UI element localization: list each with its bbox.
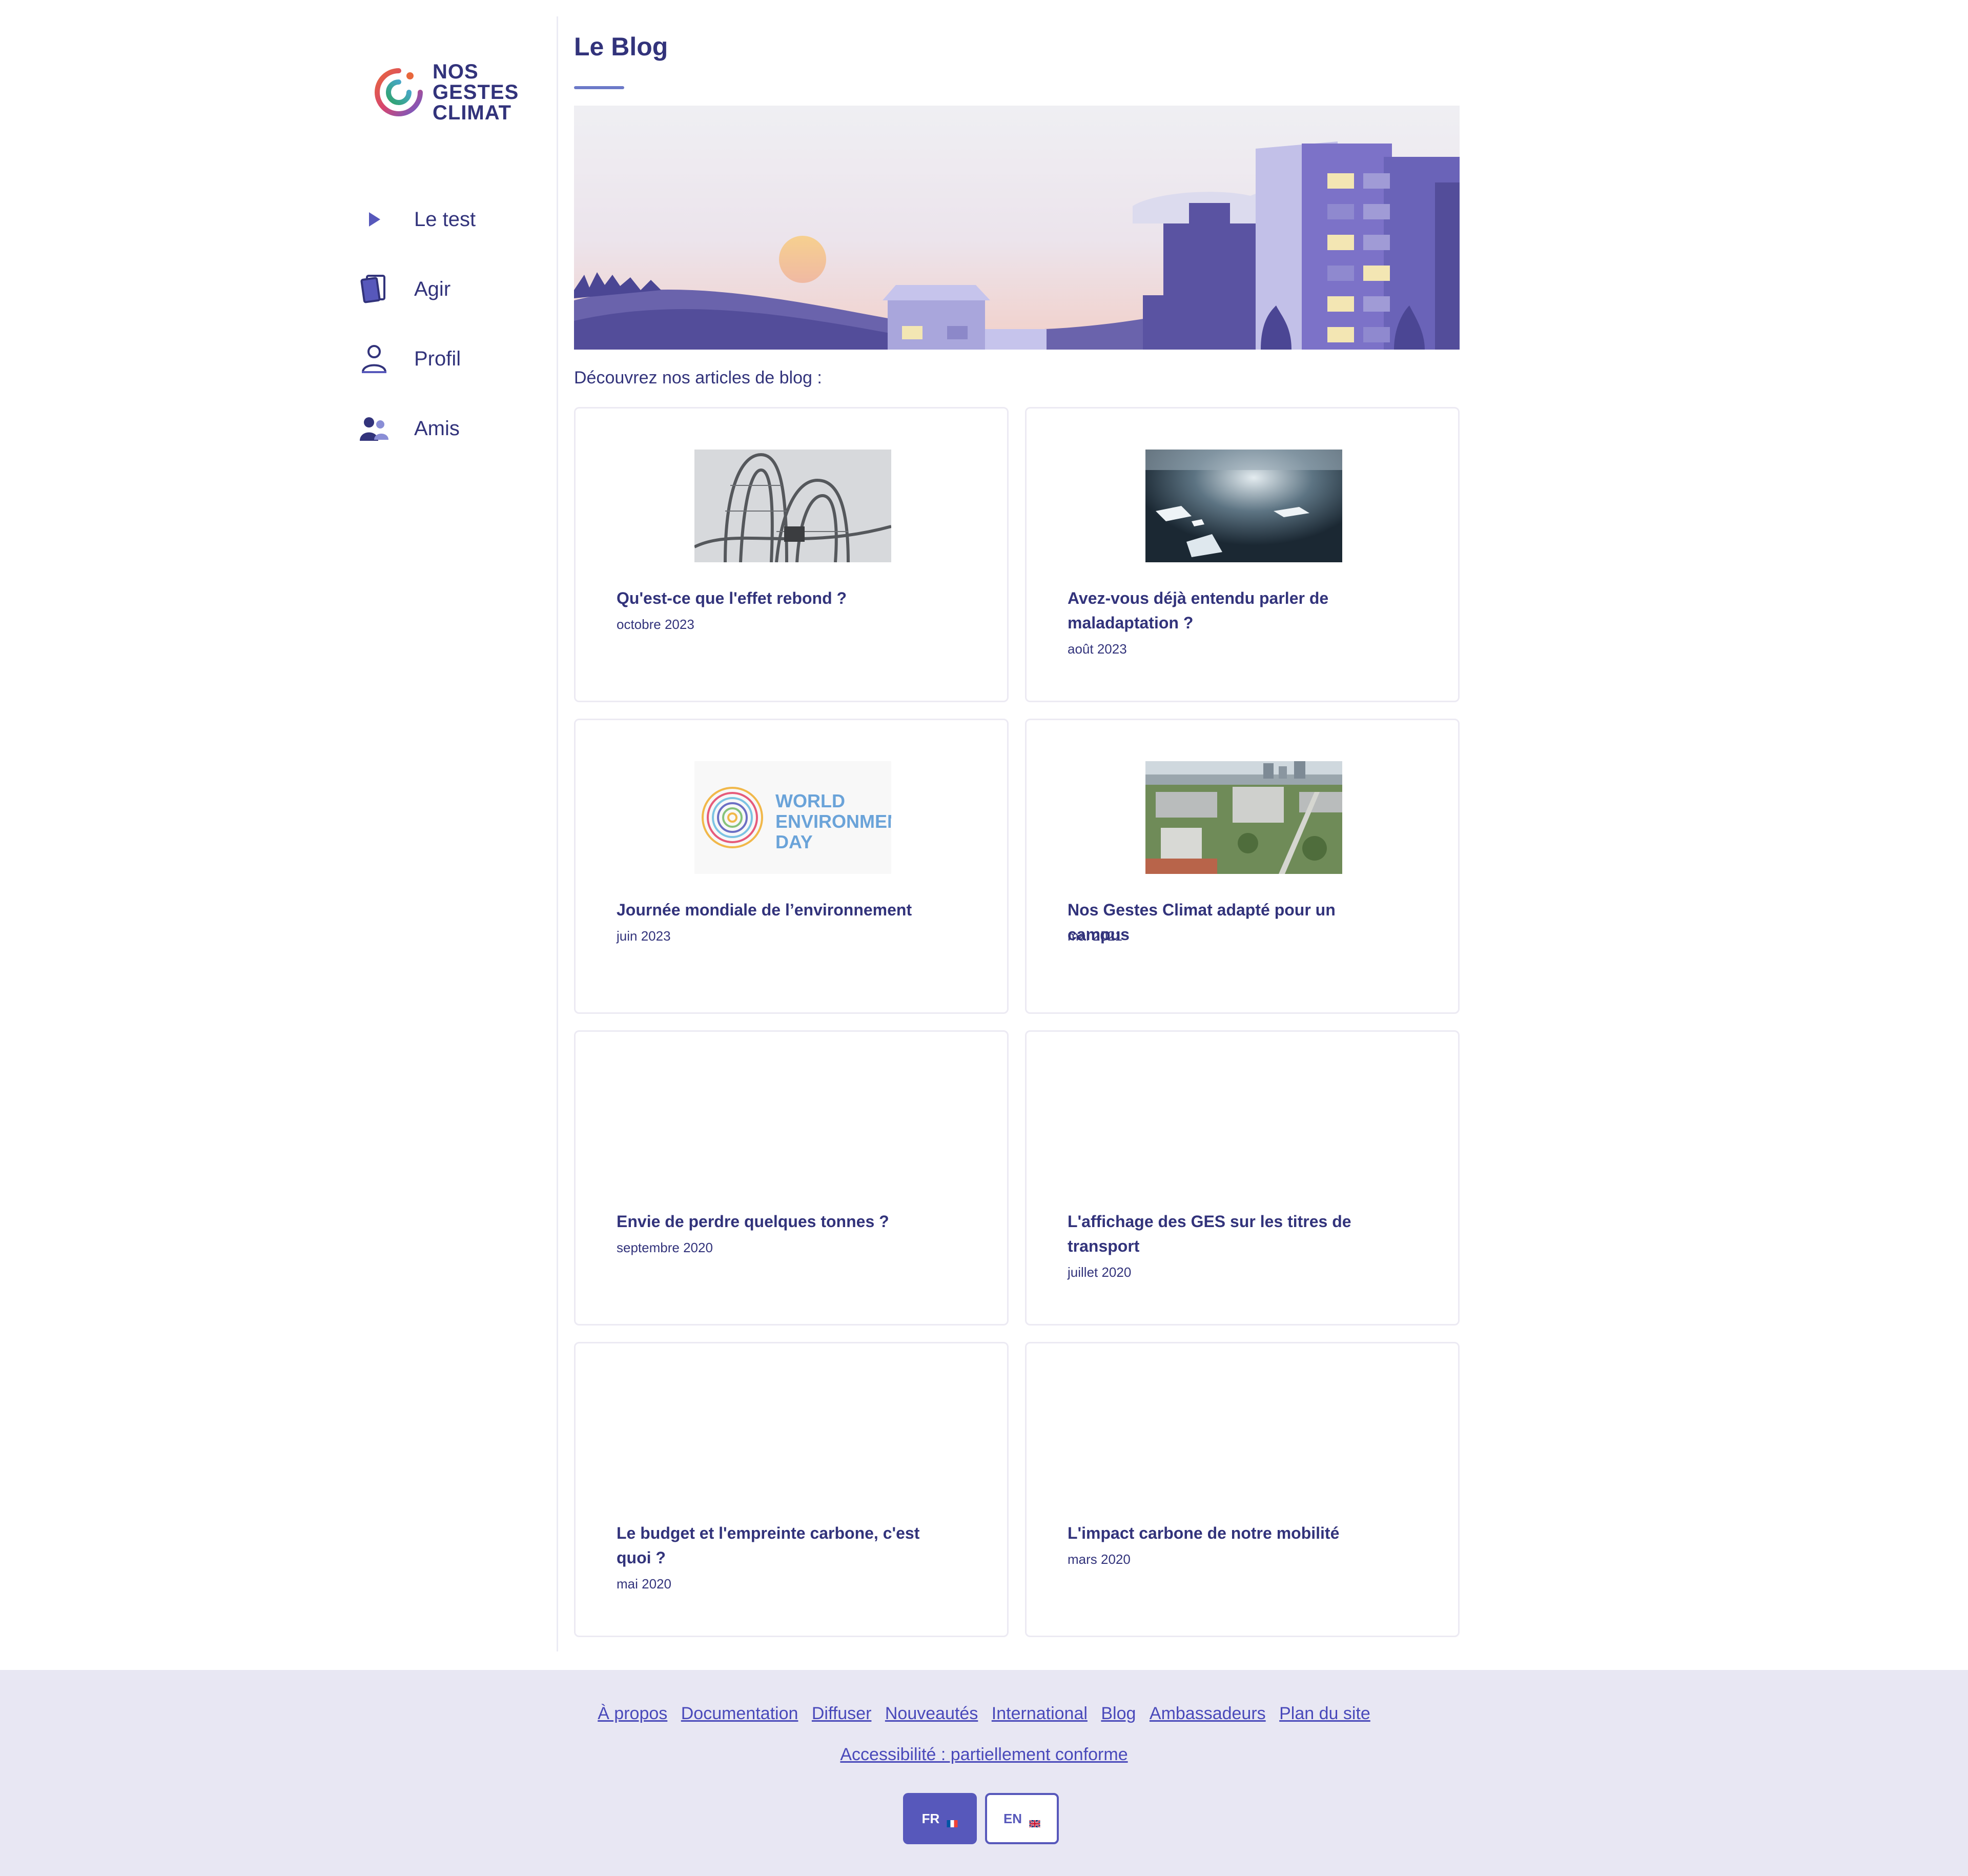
article-title: Journée mondiale de l’environnement	[617, 901, 912, 919]
footer-link-nouveautes[interactable]: Nouveautés	[885, 1704, 978, 1724]
logo-line-2: GESTES	[433, 81, 519, 104]
footer-link-ambassadeurs[interactable]: Ambassadeurs	[1150, 1704, 1266, 1724]
article-date: juillet 2020	[1068, 1265, 1132, 1280]
accessibility-link[interactable]: Accessibilité : partiellement conforme	[840, 1745, 1128, 1764]
svg-text:WORLD: WORLD	[775, 790, 845, 811]
article-card[interactable]: L'impact carbone de notre mobilité mars …	[1025, 1342, 1460, 1637]
svg-text:DAY: DAY	[775, 831, 813, 852]
article-card[interactable]: Qu'est-ce que l'effet rebond ? octobre 2…	[574, 407, 1009, 702]
logo-icon	[375, 68, 423, 116]
article-title: L'impact carbone de notre mobilité	[1068, 1524, 1340, 1542]
article-image-world-environment-day: WORLD ENVIRONMENT DAY	[694, 761, 891, 874]
page-title: Le Blog	[574, 32, 668, 61]
article-title: L'affichage des GES sur les titres de tr…	[1068, 1212, 1351, 1255]
logo-text: NOS GESTES CLIMAT	[433, 62, 519, 123]
article-date: octobre 2023	[617, 617, 694, 632]
article-card[interactable]: WORLD ENVIRONMENT DAY Journée mondiale d…	[574, 719, 1009, 1014]
nav-label: Le test	[414, 208, 476, 231]
footer-accessibility: Accessibilité : partiellement conforme	[0, 1745, 1968, 1765]
article-image-ocean-ice	[1145, 450, 1342, 562]
footer-link-documentation[interactable]: Documentation	[681, 1704, 798, 1724]
logo-line-3: CLIMAT	[433, 101, 512, 124]
article-card[interactable]: Nos Gestes Climat adapté pour un campus …	[1025, 719, 1460, 1014]
lang-fr-label: FR	[921, 1810, 940, 1826]
article-date: juin 2023	[617, 928, 671, 944]
blog-banner-illustration	[574, 106, 1460, 350]
article-image-rollercoaster	[694, 450, 891, 562]
article-title: Le budget et l'empreinte carbone, c'est …	[617, 1524, 920, 1567]
nav-label: Profil	[414, 347, 461, 370]
uk-flag-icon	[1029, 1815, 1041, 1828]
blog-intro-text: Découvrez nos articles de blog :	[574, 368, 822, 388]
lang-fr-button[interactable]: FR	[903, 1793, 977, 1844]
article-title: Qu'est-ce que l'effet rebond ?	[617, 589, 847, 607]
nav-label: Amis	[414, 417, 460, 440]
article-image-campus-aerial	[1145, 761, 1342, 874]
article-title: Envie de perdre quelques tonnes ?	[617, 1212, 889, 1231]
article-date: mars 2020	[1068, 1552, 1131, 1567]
friends-icon	[359, 413, 389, 444]
language-switcher: FR EN	[903, 1793, 1059, 1844]
footer: À propos Documentation Diffuser Nouveaut…	[0, 1670, 1968, 1876]
footer-link-blog[interactable]: Blog	[1101, 1704, 1136, 1724]
svg-text:ENVIRONMENT: ENVIRONMENT	[775, 811, 891, 832]
article-card[interactable]: Envie de perdre quelques tonnes ? septem…	[574, 1030, 1009, 1326]
nav-item-le-test[interactable]: Le test	[359, 185, 554, 254]
article-date: août 2023	[1068, 641, 1127, 657]
sidebar-divider	[557, 16, 558, 1651]
article-date: mai 2021	[1068, 928, 1122, 944]
footer-links: À propos Documentation Diffuser Nouveaut…	[0, 1704, 1968, 1724]
article-card[interactable]: Le budget et l'empreinte carbone, c'est …	[574, 1342, 1009, 1637]
sidebar: NOS GESTES CLIMAT Le test Agir Profil Am…	[359, 56, 554, 463]
france-flag-icon	[947, 1815, 958, 1827]
nav-item-agir[interactable]: Agir	[359, 254, 554, 324]
logo[interactable]: NOS GESTES CLIMAT	[373, 56, 554, 128]
article-date: septembre 2020	[617, 1240, 713, 1255]
article-date: mai 2020	[617, 1576, 671, 1592]
nav-item-amis[interactable]: Amis	[359, 394, 554, 463]
lang-en-button[interactable]: EN	[985, 1793, 1059, 1844]
article-card[interactable]: L'affichage des GES sur les titres de tr…	[1025, 1030, 1460, 1326]
footer-link-plan-du-site[interactable]: Plan du site	[1279, 1704, 1370, 1724]
article-card[interactable]: Avez-vous déjà entendu parler de maladap…	[1025, 407, 1460, 702]
nav-label: Agir	[414, 277, 451, 300]
footer-link-diffuser[interactable]: Diffuser	[812, 1704, 872, 1724]
footer-link-international[interactable]: International	[992, 1704, 1088, 1724]
article-title: Avez-vous déjà entendu parler de maladap…	[1068, 589, 1329, 632]
lang-en-label: EN	[1003, 1810, 1022, 1826]
user-icon	[359, 343, 389, 374]
nav-item-profil[interactable]: Profil	[359, 324, 554, 394]
logo-line-1: NOS	[433, 60, 479, 83]
play-icon	[359, 204, 389, 235]
cards-icon	[359, 274, 389, 304]
footer-link-a-propos[interactable]: À propos	[598, 1704, 667, 1724]
main-nav: Le test Agir Profil Amis	[359, 185, 554, 463]
title-underline	[574, 86, 624, 89]
